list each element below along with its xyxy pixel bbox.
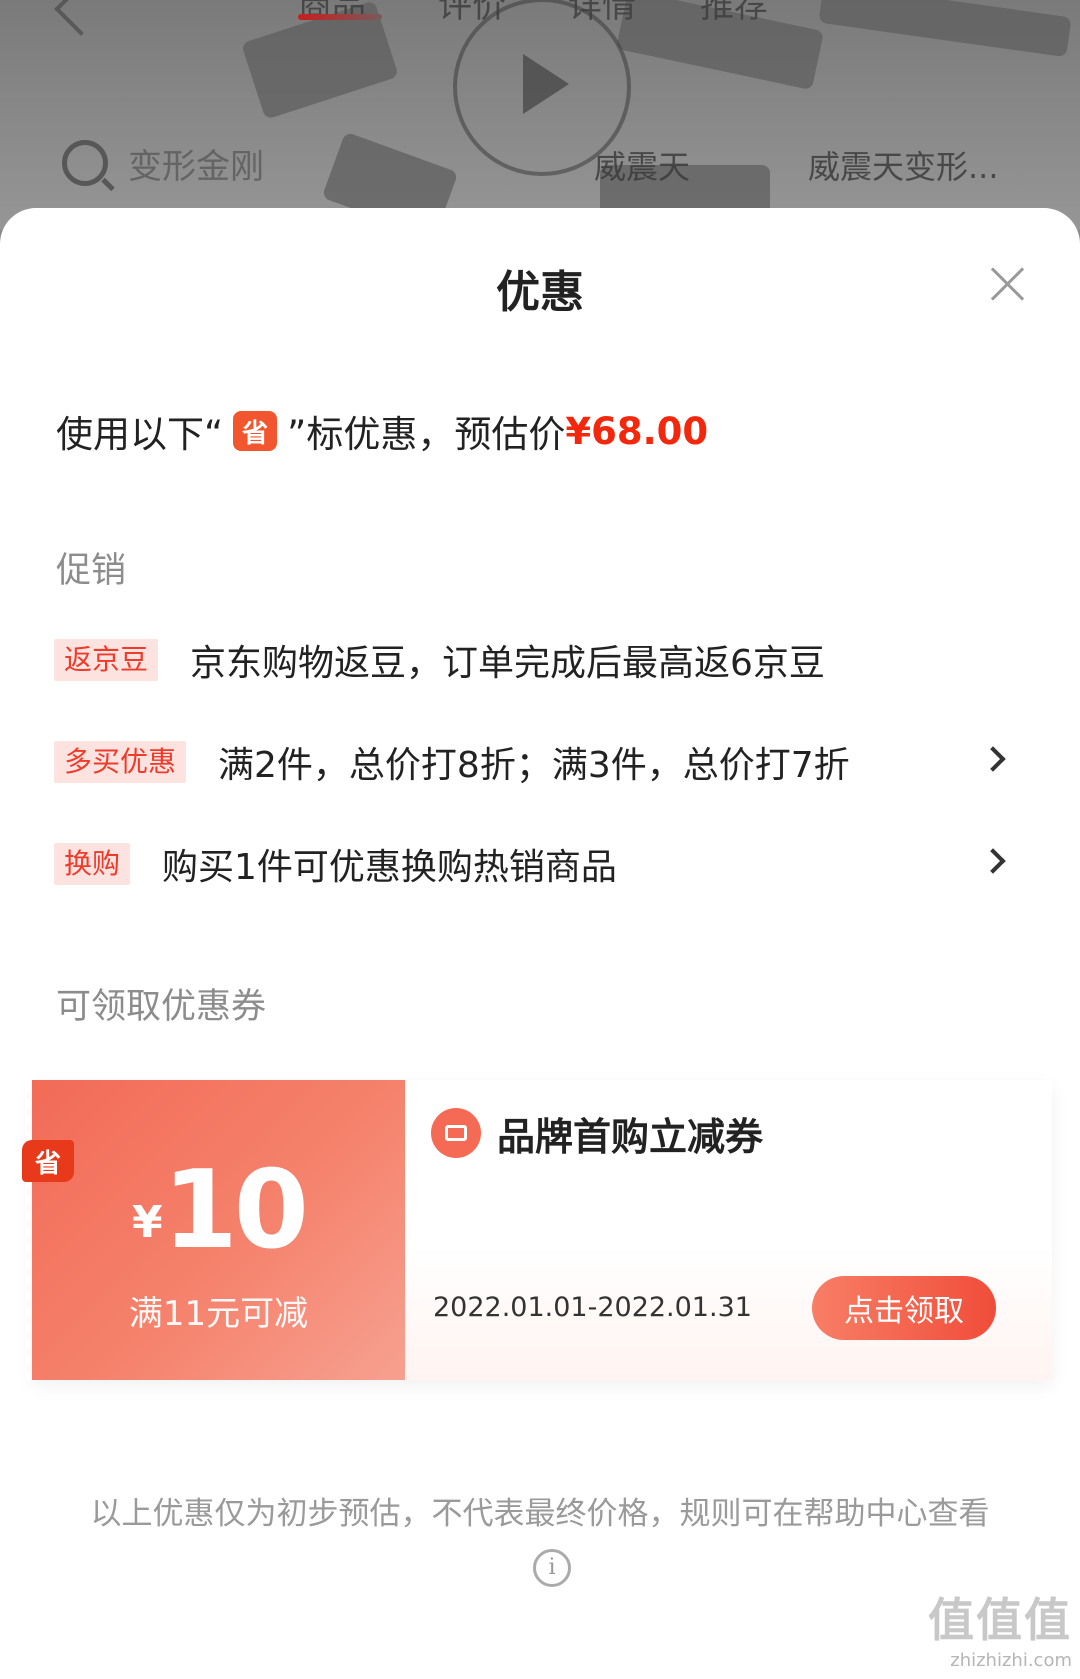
active-tab-indicator: [298, 14, 382, 20]
offers-sheet: 优惠 使用以下“ 省 ”标优惠，预估价 ¥68.00 促销 返京豆 京东购物返豆…: [0, 208, 1080, 1679]
promo-text: 满2件，总价打8折；满3件，总价打7折: [218, 745, 850, 786]
promo-text: 京东购物返豆，订单完成后最高返6京豆: [190, 643, 825, 684]
disclaimer-text: 以上优惠仅为初步预估，不代表最终价格，规则可在帮助中心查看: [90, 1496, 990, 1532]
search-placeholder: 变形金刚: [128, 146, 264, 187]
coupon-condition: 满11元可减: [128, 1294, 309, 1334]
promo-tag: 换购: [54, 843, 131, 885]
coupon-amount-value: 10: [162, 1148, 309, 1273]
coupon-date-range: 2022.01.01-2022.01.31: [433, 1292, 752, 1323]
coupon-name: 品牌首购立减券: [497, 1115, 764, 1159]
coupon-value-panel: 省 ¥10 满11元可减: [22, 1080, 405, 1380]
chevron-right-icon: [980, 848, 1006, 874]
close-icon[interactable]: [990, 266, 1026, 302]
promo-tag: 多买优惠: [54, 741, 187, 783]
chevron-right-icon: [980, 746, 1006, 772]
promo-text: 购买1件可优惠换购热销商品: [162, 847, 617, 888]
tab-recommend[interactable]: 推荐: [700, 0, 768, 27]
promo-row-trade-in[interactable]: 换购 购买1件可优惠换购热销商品: [54, 834, 1024, 894]
disclaimer: 以上优惠仅为初步预估，不代表最终价格，规则可在帮助中心查看 i: [70, 1492, 1010, 1587]
related-link-megatron-transform[interactable]: 威震天变形...: [808, 142, 999, 188]
estimate-line: 使用以下“ 省 ”标优惠，预估价 ¥68.00: [56, 404, 708, 458]
coupon-card: 省 ¥10 满11元可减 品牌首购立减券 2022.01.01-2022.01.…: [22, 1080, 1052, 1380]
currency-symbol: ¥: [132, 1197, 163, 1248]
coupons-section-label: 可领取优惠券: [56, 987, 267, 1027]
promo-row-jingdou: 返京豆 京东购物返豆，订单完成后最高返6京豆: [54, 630, 1024, 690]
shop-bag-icon: [431, 1108, 481, 1158]
watermark-glyphs: 值值值: [928, 1593, 1072, 1647]
estimated-price: ¥68.00: [565, 409, 709, 453]
claim-coupon-button[interactable]: 点击领取: [812, 1276, 996, 1340]
info-icon[interactable]: i: [533, 1549, 571, 1587]
promo-tag: 返京豆: [54, 639, 159, 681]
coupon-info-panel: 品牌首购立减券 2022.01.01-2022.01.31 点击领取: [405, 1080, 1052, 1380]
related-link-megatron[interactable]: 威震天: [594, 142, 690, 188]
estimate-suffix: ”标优惠，预估价: [287, 413, 566, 456]
sheet-title: 优惠: [496, 267, 584, 318]
background-product-page: 商品 评价 详情 推荐 变形金刚 威震天 威震天变形...: [0, 0, 1080, 230]
coupon-amount: ¥10: [32, 1148, 405, 1273]
promo-row-multi-buy[interactable]: 多买优惠 满2件，总价打8折；满3件，总价打7折: [54, 732, 1024, 792]
watermark-logo: 值值值 zhizhizhi.com: [928, 1584, 1072, 1671]
watermark-text: zhizhizhi.com: [950, 1650, 1072, 1671]
search-bar[interactable]: 变形金刚: [62, 136, 264, 190]
save-badge-icon: 省: [233, 411, 278, 451]
estimate-prefix: 使用以下“: [56, 413, 224, 456]
search-icon: [62, 140, 108, 186]
promotions-section-label: 促销: [56, 551, 127, 591]
